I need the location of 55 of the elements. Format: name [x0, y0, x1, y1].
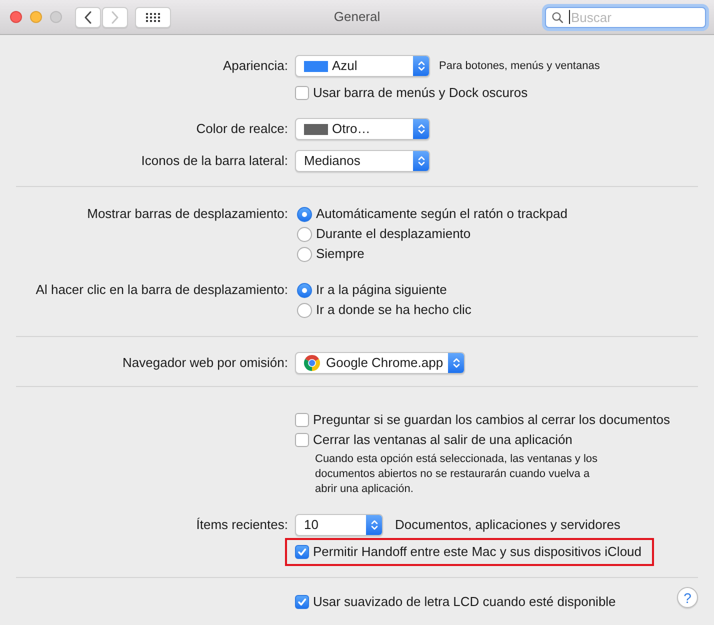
checkbox[interactable] — [295, 413, 309, 427]
grid-icon — [146, 12, 160, 22]
checkbox-label: Usar barra de menús y Dock oscuros — [313, 84, 528, 102]
radio-label: Ir a donde se ha hecho clic — [316, 301, 472, 320]
checkbox-label: Permitir Handoff entre este Mac y sus dispositivos iCloud — [313, 543, 642, 562]
window-title: General — [334, 8, 380, 26]
field-label: Color de realce: — [196, 120, 288, 138]
help-button[interactable]: ? — [677, 587, 698, 608]
checkbox-label: Usar suavizado de letra LCD cuando esté disponible — [313, 593, 616, 612]
close-button[interactable] — [10, 11, 22, 23]
popup-button[interactable]: Medianos — [295, 150, 430, 172]
radio-button[interactable] — [297, 246, 312, 262]
field-label: Al hacer clic en la barra de desplazamiento: — [36, 281, 288, 300]
checkmark-icon — [297, 547, 307, 557]
field-label: Navegador web por omisión: — [122, 354, 288, 372]
radio-label: Durante el desplazamiento — [316, 225, 471, 244]
popup-button[interactable]: 10 — [295, 514, 383, 536]
field-label: Mostrar barras de desplazamiento: — [87, 205, 288, 224]
checkbox[interactable] — [295, 595, 309, 609]
stepper-arrows-icon — [413, 151, 429, 171]
show-all-button[interactable] — [135, 6, 171, 28]
search-icon — [552, 12, 563, 22]
hint-text: Para botones, menús y ventanas — [439, 58, 600, 74]
radio-label: Ir a la página siguiente — [316, 281, 447, 300]
chevron-left-icon — [84, 10, 92, 24]
field-label: Ítems recientes: — [196, 516, 288, 534]
stepper-arrows-icon — [413, 56, 429, 76]
checkbox[interactable] — [295, 433, 309, 447]
chevron-right-icon — [111, 10, 119, 24]
stepper-arrows-icon — [413, 119, 429, 139]
checkbox-label: Cerrar las ventanas al salir de una aplicación — [313, 431, 572, 450]
description-text: Cuando esta opción está seleccionada, las ventanas y los documentos abiertos no se restaurarán cuando vuelva a abrir una aplicación. — [315, 452, 599, 497]
app-icon — [304, 355, 320, 371]
text-cursor-icon — [569, 10, 570, 24]
popup-button[interactable]: Otro… — [295, 118, 430, 140]
radio-button[interactable] — [297, 206, 312, 222]
search-field[interactable]: Buscar — [545, 6, 706, 28]
field-label: Apariencia: — [222, 57, 288, 76]
checkbox-label: Preguntar si se guardan los cambios al cerrar los documentos — [313, 411, 670, 430]
checkmark-icon — [297, 597, 307, 607]
radio-button[interactable] — [297, 302, 312, 318]
radio-label: Siempre — [316, 245, 364, 264]
field-label: Iconos de la barra lateral: — [141, 152, 288, 170]
popup-button[interactable]: Google Chrome.app — [295, 352, 466, 374]
radio-button[interactable] — [297, 226, 312, 242]
checkbox[interactable] — [295, 545, 309, 559]
back-button[interactable] — [75, 6, 101, 28]
stepper-arrows-icon — [448, 353, 464, 373]
suffix-label: Documentos, aplicaciones y servidores — [395, 516, 620, 534]
checkbox[interactable] — [295, 86, 309, 100]
minimize-button[interactable] — [30, 11, 42, 23]
radio-label: Automáticamente según el ratón o trackpad — [316, 205, 568, 224]
stepper-arrows-icon — [366, 515, 382, 535]
popup-button[interactable]: Azul — [295, 55, 430, 77]
radio-button[interactable] — [297, 282, 312, 298]
